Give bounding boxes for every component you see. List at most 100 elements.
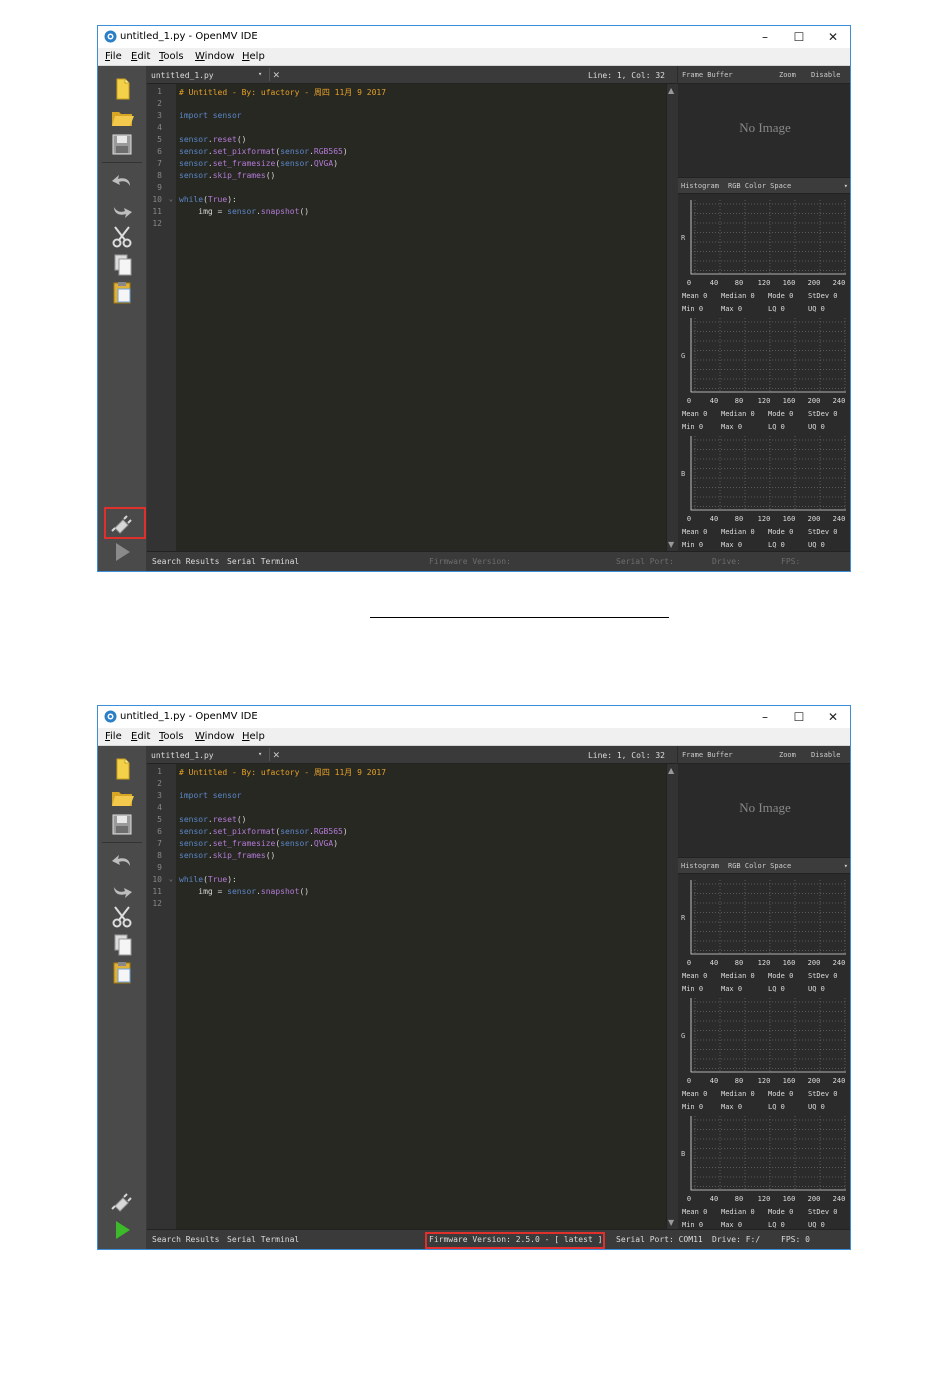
code-editor[interactable]: # Untitled - By: ufactory - 周四 11月 9 201… — [176, 84, 666, 551]
copy-icon[interactable] — [108, 252, 136, 278]
paste-icon[interactable] — [108, 280, 136, 306]
copy-icon[interactable] — [108, 932, 136, 958]
tick-label: 200 — [808, 397, 821, 405]
fold-chevron-icon[interactable]: ⌄ — [169, 195, 173, 203]
chevron-down-icon[interactable]: ▾ — [844, 182, 848, 190]
new-file-icon[interactable] — [108, 76, 136, 102]
search-results-tab[interactable]: Search Results — [152, 1235, 219, 1244]
redo-icon[interactable] — [108, 196, 136, 222]
editor-scrollbar[interactable]: ▲ ▼ — [666, 764, 678, 1229]
scroll-down-icon[interactable]: ▼ — [668, 1218, 674, 1227]
code-token: ) — [342, 147, 348, 156]
code-token: set_pixformat — [212, 827, 276, 836]
cut-icon[interactable] — [108, 224, 136, 250]
menu-window[interactable]: Window — [195, 51, 234, 62]
close-tab-icon[interactable]: ✕ — [269, 748, 280, 761]
scroll-up-icon[interactable]: ▲ — [668, 86, 674, 95]
new-file-icon[interactable] — [108, 756, 136, 782]
close-tab-icon[interactable]: ✕ — [269, 68, 280, 81]
save-icon[interactable] — [108, 132, 136, 158]
redo-icon[interactable] — [108, 876, 136, 902]
code-token: () — [265, 171, 276, 180]
serial-terminal-tab[interactable]: Serial Terminal — [227, 557, 299, 566]
histogram-stat: Median 0 — [721, 528, 755, 536]
histogram-header: Histogram RGB Color Space ▾ — [678, 857, 850, 874]
code-token: skip_frames — [212, 171, 266, 180]
chevron-down-icon[interactable]: ▾ — [258, 70, 262, 78]
zoom-button[interactable]: Zoom — [779, 751, 796, 759]
close-button[interactable]: ✕ — [816, 708, 850, 726]
menu-tools[interactable]: Tools — [159, 731, 184, 742]
menu-edit[interactable]: Edit — [131, 731, 150, 742]
menu-help[interactable]: Help — [242, 51, 265, 62]
histogram-stat: StDev 0 — [808, 1090, 838, 1098]
disable-button[interactable]: Disable — [811, 751, 841, 759]
histogram-stat: Min 0 — [682, 305, 703, 313]
line-number-gutter: 1 2 3 4 5 6 7 8 9 10 11 12 ⌄ — [147, 764, 176, 1229]
menu-help[interactable]: Help — [242, 731, 265, 742]
histogram-stat: Max 0 — [721, 423, 742, 431]
search-results-tab[interactable]: Search Results — [152, 557, 219, 566]
code-line: while(True): — [179, 195, 237, 204]
editor-tab-bar: untitled_1.py ▾ ✕ Line: 1, Col: 32 — [147, 746, 677, 764]
code-token: () — [236, 135, 247, 144]
maximize-button[interactable]: ☐ — [782, 708, 816, 726]
frame-buffer-view: No Image — [678, 84, 850, 176]
start-icon[interactable] — [108, 539, 136, 565]
open-folder-icon[interactable] — [108, 104, 136, 130]
open-folder-icon[interactable] — [108, 784, 136, 810]
line-number: 1 — [157, 767, 162, 776]
menu-file[interactable]: File — [105, 51, 122, 62]
menu-tools[interactable]: Tools — [159, 51, 184, 62]
code-editor[interactable]: # Untitled - By: ufactory - 周四 11月 9 201… — [176, 764, 666, 1229]
tick-label: 0 — [687, 515, 691, 523]
chevron-down-icon[interactable]: ▾ — [844, 862, 848, 870]
editor-scrollbar[interactable]: ▲ ▼ — [666, 84, 678, 551]
histogram-stat: Min 0 — [682, 1103, 703, 1111]
scroll-up-icon[interactable]: ▲ — [668, 766, 674, 775]
code-token: sensor — [179, 839, 208, 848]
code-token: sensor — [227, 887, 257, 896]
menu-file[interactable]: File — [105, 731, 122, 742]
scroll-down-icon[interactable]: ▼ — [668, 540, 674, 549]
firmware-version[interactable]: Firmware Version: — [429, 557, 511, 566]
minimize-button[interactable]: – — [748, 708, 782, 726]
frame-buffer-view: No Image — [678, 764, 850, 856]
undo-icon[interactable] — [108, 168, 136, 194]
tick-label: 40 — [710, 279, 718, 287]
menu-window[interactable]: Window — [195, 731, 234, 742]
openmv-app-icon — [104, 30, 117, 43]
paste-icon[interactable] — [108, 960, 136, 986]
tick-label: 40 — [710, 1077, 718, 1085]
maximize-button[interactable]: ☐ — [782, 28, 816, 46]
no-image-text: No Image — [739, 800, 791, 815]
close-button[interactable]: ✕ — [816, 28, 850, 46]
editor-tab-bar: untitled_1.py ▾ ✕ Line: 1, Col: 32 — [147, 66, 677, 84]
color-space-select[interactable]: RGB Color Space — [728, 182, 791, 190]
start-icon[interactable] — [108, 1217, 136, 1243]
file-tab[interactable]: untitled_1.py — [151, 751, 214, 760]
code-token: set_pixformat — [212, 147, 276, 156]
zoom-button[interactable]: Zoom — [779, 71, 796, 79]
line-number: 10 — [152, 195, 162, 204]
disable-button[interactable]: Disable — [811, 71, 841, 79]
file-tab[interactable]: untitled_1.py — [151, 71, 214, 80]
frame-buffer-panel: Frame Buffer Zoom Disable No Image Histo… — [678, 66, 850, 551]
menu-edit[interactable]: Edit — [131, 51, 150, 62]
code-line: import sensor — [179, 791, 242, 800]
tick-label: 80 — [735, 397, 743, 405]
code-token: sensor — [179, 147, 208, 156]
tick-label: 240 — [833, 959, 846, 967]
frame-buffer-header: Frame Buffer Zoom Disable — [678, 746, 850, 764]
fold-chevron-icon[interactable]: ⌄ — [169, 875, 173, 883]
cut-icon[interactable] — [108, 904, 136, 930]
tick-label: 40 — [710, 959, 718, 967]
connect-icon[interactable] — [108, 1189, 136, 1215]
color-space-select[interactable]: RGB Color Space — [728, 862, 791, 870]
minimize-button[interactable]: – — [748, 28, 782, 46]
chevron-down-icon[interactable]: ▾ — [258, 750, 262, 758]
fps-counter: FPS: 0 — [781, 1235, 810, 1244]
serial-terminal-tab[interactable]: Serial Terminal — [227, 1235, 299, 1244]
save-icon[interactable] — [108, 812, 136, 838]
undo-icon[interactable] — [108, 848, 136, 874]
